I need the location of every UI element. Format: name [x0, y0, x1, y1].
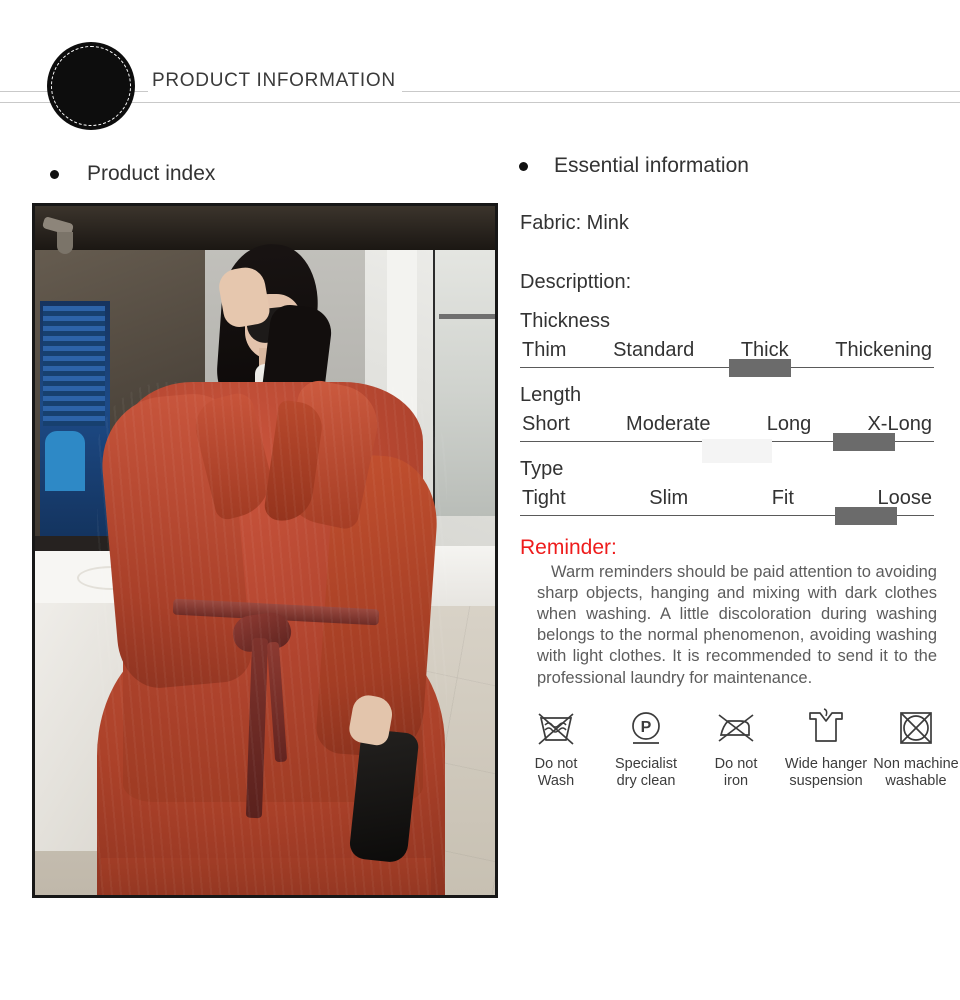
care-symbols-row: Do not Wash P Specialist dry clean Do no…	[511, 705, 960, 790]
spec-group-length: Length Short Moderate Long X-Long	[505, 384, 960, 463]
spec-group-type: Type Tight Slim Fit Loose	[505, 458, 960, 525]
bullet-dot-icon	[519, 161, 528, 171]
spec-group-thickness: Thickness Thim Standard Thick Thickening	[505, 310, 960, 377]
essential-information-heading: Essential information	[519, 154, 960, 178]
bullet-dot-icon	[50, 169, 59, 179]
spec-rule-thickness	[520, 359, 934, 377]
spec-rule-type	[520, 507, 934, 525]
description-label: Descripttion:	[520, 271, 632, 293]
spec-option[interactable]: Moderate	[626, 413, 711, 436]
spec-marker-thickness	[729, 359, 792, 377]
page-title: PRODUCT INFORMATION	[148, 68, 402, 94]
product-index-column: Product index	[0, 140, 505, 898]
wide-hanger-suspension-icon	[804, 705, 848, 751]
care-label: Do not iron	[714, 755, 758, 789]
care-label: Wide hanger suspension	[784, 755, 868, 789]
do-not-iron-icon	[715, 705, 757, 751]
reminder-title: Reminder:	[520, 536, 617, 559]
page-header: PRODUCT INFORMATION	[0, 0, 960, 140]
spec-marker-type	[834, 507, 897, 525]
header-divider-top	[0, 91, 960, 92]
spec-title-length: Length	[520, 384, 582, 406]
product-index-heading: Product index	[50, 162, 505, 186]
care-symbol-non-machine-washable: Non machine washable	[871, 705, 960, 790]
spec-option[interactable]: Thickening	[835, 339, 932, 362]
do-not-wash-icon	[535, 705, 577, 751]
spec-option[interactable]: Fit	[772, 487, 794, 510]
care-symbol-specialist-dry-clean: P Specialist dry clean	[601, 705, 691, 790]
spec-ghost-marker-length	[702, 439, 773, 463]
spec-option[interactable]: Slim	[649, 487, 688, 510]
svg-text:P: P	[641, 719, 652, 736]
spec-marker-length	[832, 433, 895, 451]
product-photo	[32, 203, 498, 898]
product-photo-canvas	[35, 206, 495, 895]
spec-options-thickness: Thim Standard Thick Thickening	[520, 339, 934, 362]
spec-option[interactable]: Tight	[522, 487, 566, 510]
header-divider-bottom	[0, 102, 960, 103]
care-symbol-do-not-iron: Do not iron	[691, 705, 781, 790]
essential-information-label: Essential information	[554, 154, 749, 177]
spec-option[interactable]: Thim	[522, 339, 566, 362]
reminder-body: Warm reminders should be paid attention …	[537, 563, 937, 687]
care-symbol-wide-hanger-suspension: Wide hanger suspension	[781, 705, 871, 790]
spec-option[interactable]: Standard	[613, 339, 694, 362]
fabric-line: Fabric: Mink	[520, 212, 629, 234]
spec-scale-length[interactable]: Short Moderate Long X-Long	[520, 413, 934, 463]
spec-rule-length	[520, 433, 934, 463]
non-machine-washable-icon	[895, 705, 937, 751]
filled-circle-badge-icon	[47, 42, 135, 130]
spec-option[interactable]: Short	[522, 413, 570, 436]
product-index-label: Product index	[87, 162, 216, 185]
spec-scale-thickness[interactable]: Thim Standard Thick Thickening	[520, 339, 934, 377]
care-label: Specialist dry clean	[614, 755, 678, 789]
specialist-dry-clean-icon: P	[625, 705, 667, 751]
spec-option[interactable]: Long	[767, 413, 812, 436]
care-label: Do not Wash	[534, 755, 578, 789]
care-symbol-do-not-wash: Do not Wash	[511, 705, 601, 790]
spec-title-thickness: Thickness	[520, 310, 611, 332]
dashed-ring-icon	[51, 46, 131, 126]
essential-information-column: Essential information Fabric: Mink Descr…	[505, 140, 960, 790]
spec-scale-type[interactable]: Tight Slim Fit Loose	[520, 487, 934, 525]
care-label: Non machine washable	[873, 755, 959, 789]
